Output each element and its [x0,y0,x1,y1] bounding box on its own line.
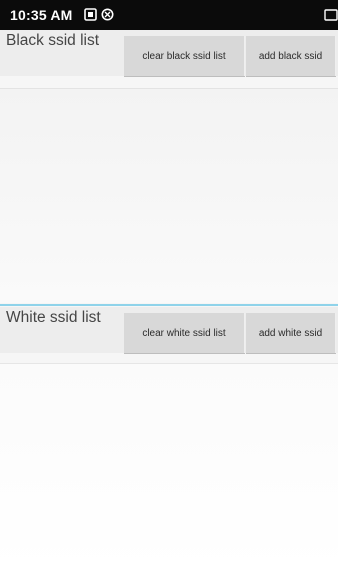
add-black-ssid-button[interactable]: add black ssid [246,36,336,76]
white-ssid-title: White ssid list [6,309,101,326]
clear-black-ssid-button[interactable]: clear black ssid list [124,36,245,76]
white-ssid-header: White ssid list clear white ssid list ad… [0,307,338,353]
notification-icon [324,9,338,21]
media-icon [84,8,97,21]
sync-icon [101,8,114,21]
black-ssid-section: Black ssid list clear black ssid list ad… [0,30,338,307]
section-divider [0,304,338,306]
white-ssid-section: White ssid list clear white ssid list ad… [0,307,338,572]
white-ssid-list[interactable] [0,363,338,572]
black-ssid-list[interactable] [0,88,338,303]
add-white-ssid-button[interactable]: add white ssid [246,313,336,353]
status-bar: 10:35 AM [0,0,338,30]
clear-white-ssid-button[interactable]: clear white ssid list [124,313,245,353]
status-time: 10:35 AM [10,7,73,23]
black-ssid-title: Black ssid list [6,32,100,49]
black-ssid-header: Black ssid list clear black ssid list ad… [0,30,338,76]
